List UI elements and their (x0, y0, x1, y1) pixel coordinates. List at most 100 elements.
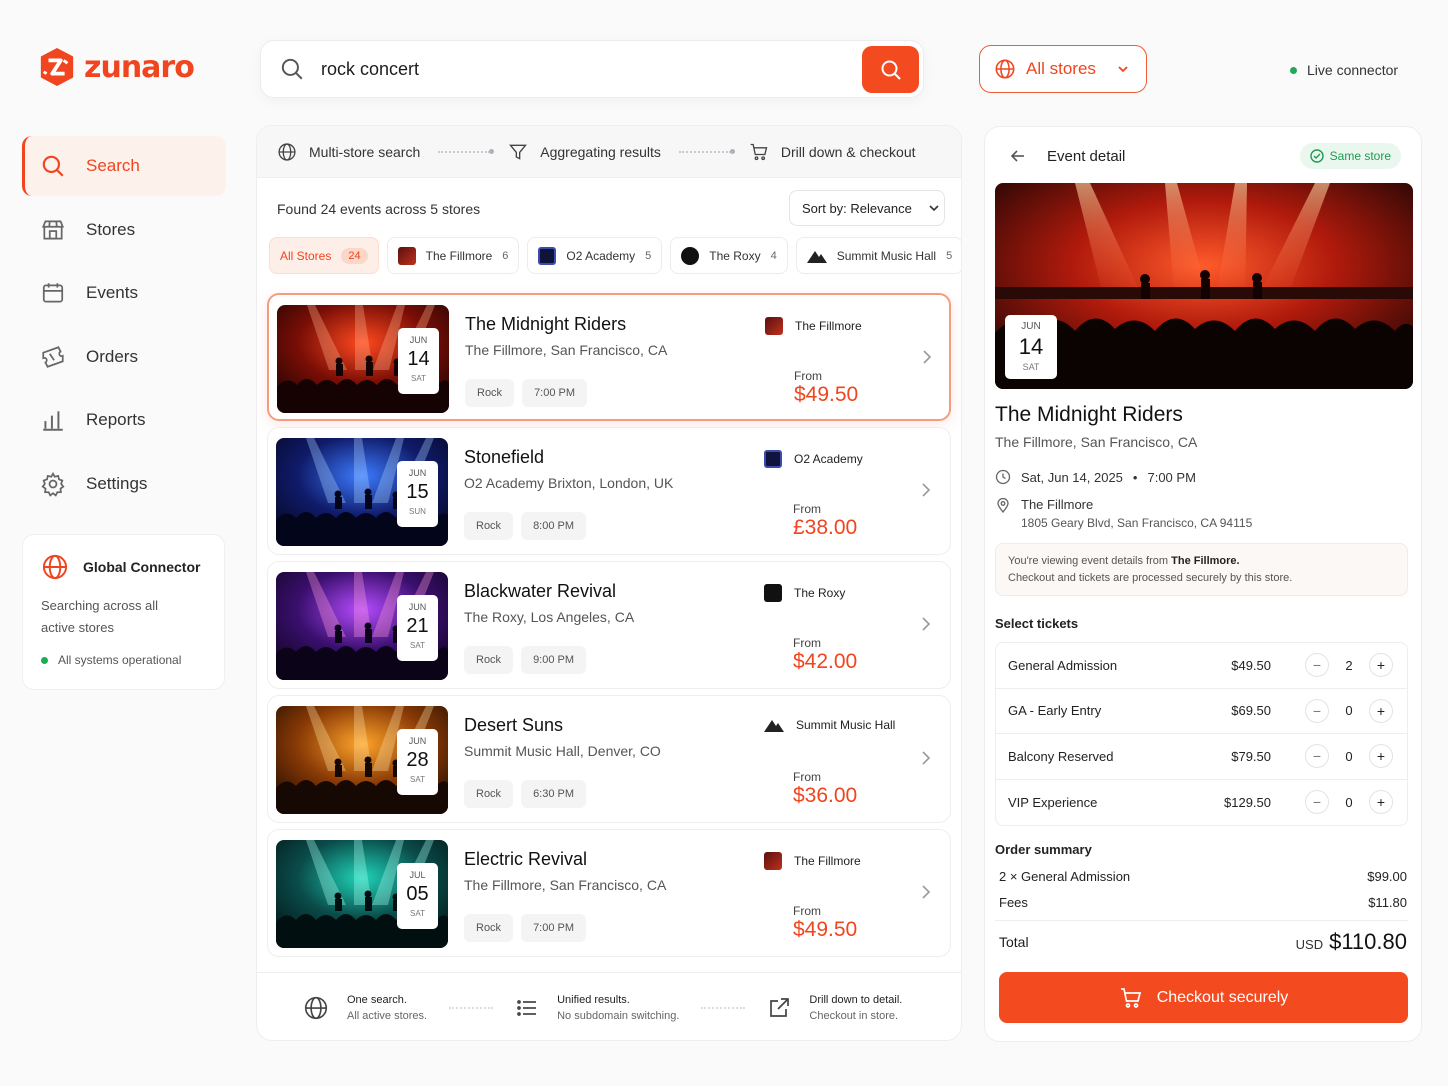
ticket-name: GA - Early Entry (1008, 703, 1102, 719)
workflow-steps: Multi-store search Aggregating results D… (257, 126, 961, 178)
summary-item-amount: $99.00 (1367, 869, 1407, 884)
sidebar-item-search[interactable]: Search (22, 136, 226, 196)
event-title: Blackwater Revival (464, 581, 617, 601)
feature-unified: Unified results. No subdomain switching. (515, 992, 679, 1024)
results-panel: Multi-store search Aggregating results D… (256, 125, 962, 1041)
chip-count: 5 (946, 249, 953, 262)
time-tag: 6:30 PM (521, 780, 587, 808)
event-card[interactable]: JUL 05 SAT Electric Revival The Fillmore… (267, 829, 951, 957)
o2-academy-logo-icon (538, 246, 557, 265)
summary-total: Total USD $110.80 (999, 929, 1407, 955)
chevron-right-icon[interactable] (920, 884, 932, 900)
increment-button[interactable]: + (1369, 790, 1393, 815)
sort-dropdown[interactable]: Sort by: Relevance (789, 190, 945, 226)
fillmore-logo-icon (397, 246, 416, 265)
detail-header: Event detail (1047, 147, 1126, 165)
chip-count: 6 (502, 249, 509, 262)
event-tags: Rock 7:00 PM (464, 914, 587, 942)
chip-the-roxy[interactable]: The Roxy 4 (670, 237, 788, 274)
date-weekday: SAT (1022, 362, 1040, 372)
sidebar-item-settings[interactable]: Settings (22, 454, 226, 514)
cart-icon (1120, 987, 1141, 1008)
event-card[interactable]: JUN 14 SAT The Midnight Riders The Fillm… (267, 293, 951, 421)
search-input[interactable] (321, 58, 841, 80)
event-title: The Midnight Riders (995, 403, 1183, 426)
chip-all-stores[interactable]: All Stores 24 (269, 237, 379, 274)
decrement-button[interactable]: − (1305, 653, 1329, 678)
chip-o2-academy[interactable]: O2 Academy 5 (527, 237, 663, 274)
sidebar-item-stores[interactable]: Stores (22, 200, 226, 260)
event-store-name: Summit Music Hall (796, 718, 896, 732)
ticket-name: General Admission (1008, 657, 1118, 673)
brand-name: zunaro (84, 49, 195, 85)
list-icon (517, 999, 537, 1016)
step-connector (678, 148, 735, 154)
event-venue: Summit Music Hall, Denver, CO (464, 743, 661, 759)
search-button[interactable] (862, 46, 919, 93)
increment-button[interactable]: + (1369, 698, 1393, 723)
checkout-button[interactable]: Checkout securely (999, 972, 1408, 1023)
event-tags: Rock 9:00 PM (464, 646, 587, 674)
feature-title: Drill down to detail. (809, 993, 903, 1006)
feature-drill-down: Drill down to detail. Checkout in store. (767, 992, 902, 1024)
feature-title: One search. (347, 993, 407, 1006)
ticket-row: Balcony Reserved $79.50 − 0 + (996, 734, 1407, 780)
store-selector[interactable]: All stores (979, 45, 1147, 93)
increment-button[interactable]: + (1369, 744, 1393, 769)
genre-tag: Rock (464, 512, 514, 540)
clock-icon (995, 469, 1011, 485)
event-tags: Rock 8:00 PM (464, 512, 587, 540)
feature-sub: All active stores. (347, 1009, 428, 1022)
time-tag: 7:00 PM (522, 379, 588, 407)
search-icon (281, 58, 303, 80)
feature-one-search: One search. All active stores. (303, 992, 427, 1024)
date-day: 05 (406, 883, 429, 905)
step-connector (438, 148, 495, 154)
event-price: $49.50 (794, 383, 859, 406)
genre-tag: Rock (464, 646, 514, 674)
decrement-button[interactable]: − (1305, 744, 1329, 769)
chip-summit-music-hall[interactable]: Summit Music Hall 5 (795, 237, 961, 274)
event-store: Summit Music Hall (764, 718, 895, 732)
price-from-label: From (793, 770, 821, 784)
decrement-button[interactable]: − (1305, 698, 1329, 723)
fees-amount: $11.80 (1368, 895, 1407, 910)
event-time: 7:00 PM (1147, 469, 1196, 485)
event-card[interactable]: JUN 28 SAT Desert Suns Summit Music Hall… (267, 695, 951, 823)
feature-connector (701, 1006, 746, 1009)
search-bar (260, 40, 924, 98)
event-card[interactable]: JUN 21 SAT Blackwater Revival The Roxy, … (267, 561, 951, 689)
chevron-right-icon[interactable] (920, 750, 932, 766)
date-month: JUN (408, 736, 427, 746)
chip-count: 24 (341, 247, 368, 264)
date-month: JUL (409, 870, 426, 880)
sidebar-item-label: Orders (86, 346, 138, 366)
event-store-name: The Fillmore (794, 854, 861, 868)
event-title: Stonefield (464, 447, 545, 467)
ticket-quantity: 2 (1345, 657, 1353, 673)
chevron-right-icon[interactable] (920, 482, 932, 498)
increment-button[interactable]: + (1369, 653, 1393, 678)
chevron-right-icon[interactable] (921, 349, 933, 365)
chip-label: The Fillmore (425, 248, 493, 263)
event-thumbnail: JUN 14 SAT (277, 305, 449, 413)
event-store: The Roxy (764, 584, 845, 602)
sidebar-item-orders[interactable]: Orders (22, 327, 226, 387)
globe-icon (278, 142, 296, 161)
brand-logo[interactable]: zunaro (38, 46, 195, 88)
event-venue: O2 Academy Brixton, London, UK (464, 475, 674, 491)
connector-desc-line1: Searching across all (41, 598, 159, 613)
live-connector-status: Live connector (1290, 62, 1398, 78)
chevron-right-icon[interactable] (920, 616, 932, 632)
event-card[interactable]: JUN 15 SUN Stonefield O2 Academy Brixton… (267, 427, 951, 555)
search-icon (42, 155, 64, 177)
chip-the-fillmore[interactable]: The Fillmore 6 (386, 237, 520, 274)
same-store-badge: Same store (1299, 143, 1401, 169)
feature-footer: One search. All active stores. Unified re… (257, 972, 961, 1040)
arrow-left-icon[interactable] (1009, 147, 1027, 165)
separator-dot: • (1132, 469, 1138, 485)
decrement-button[interactable]: − (1305, 790, 1329, 815)
chip-label: Summit Music Hall (836, 248, 937, 263)
sidebar-item-reports[interactable]: Reports (22, 390, 226, 450)
sidebar-item-events[interactable]: Events (22, 263, 226, 323)
